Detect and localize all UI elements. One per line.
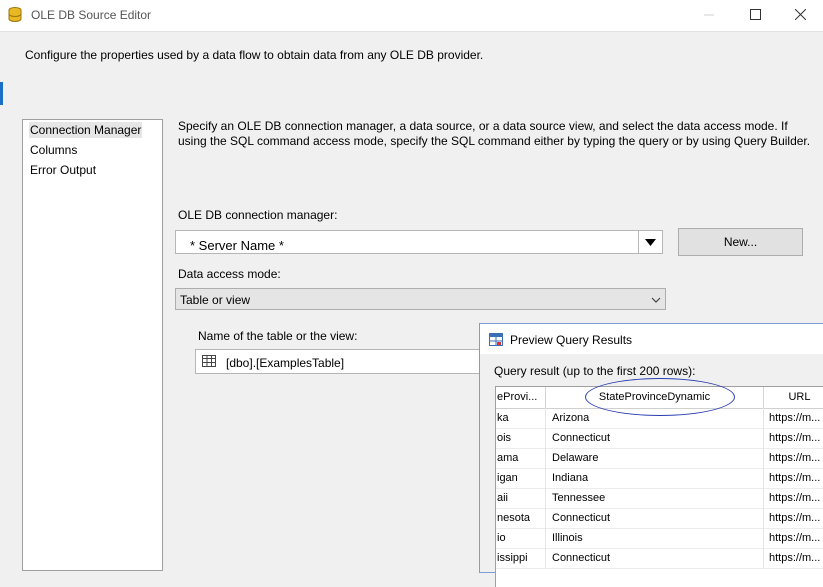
nav-item-error-output[interactable]: Error Output — [29, 162, 97, 178]
cell-state-province: aii — [496, 488, 546, 508]
connection-manager-label: OLE DB connection manager: — [178, 208, 338, 222]
instructions-text: Specify an OLE DB connection manager, a … — [178, 119, 811, 148]
cell-url: https://m... — [764, 408, 823, 428]
cell-state-province-dynamic: Delaware — [546, 448, 764, 468]
cell-url: https://m... — [764, 428, 823, 448]
nav-item-columns[interactable]: Columns — [29, 142, 78, 158]
table-row[interactable]: nesota Connecticut https://m... — [496, 508, 823, 529]
table-icon — [202, 355, 216, 370]
navigation-panel: Connection Manager Columns Error Output — [22, 119, 163, 571]
chevron-down-icon — [651, 293, 661, 307]
minimize-button[interactable] — [686, 0, 732, 31]
cell-state-province: ama — [496, 448, 546, 468]
table-row[interactable]: ois Connecticut https://m... — [496, 428, 823, 449]
preview-query-results-window: Preview Query Results Query result (up t… — [479, 323, 823, 587]
table-row[interactable]: ama Delaware https://m... — [496, 448, 823, 469]
column-header-state-province[interactable]: eProvi... — [496, 387, 546, 408]
nav-item-connection-manager[interactable]: Connection Manager — [29, 122, 143, 138]
cell-state-province: nesota — [496, 508, 546, 528]
close-button[interactable] — [777, 0, 823, 31]
minimize-icon — [704, 9, 714, 23]
cell-state-province-dynamic: Indiana — [546, 468, 764, 488]
cell-state-province: issippi — [496, 548, 546, 568]
editor-description: Configure the properties used by a data … — [25, 48, 484, 62]
connection-manager-dropdown[interactable]: * Server Name * — [175, 230, 663, 254]
cell-state-province: igan — [496, 468, 546, 488]
table-row[interactable]: igan Indiana https://m... — [496, 468, 823, 489]
new-connection-button[interactable]: New... — [678, 228, 803, 256]
access-mode-label: Data access mode: — [178, 267, 281, 281]
preview-title: Preview Query Results — [510, 333, 633, 347]
maximize-icon — [749, 8, 761, 23]
highlight-annotation — [585, 378, 735, 416]
window-edge-accent — [0, 82, 3, 105]
cell-state-province-dynamic: Connecticut — [546, 428, 764, 448]
close-icon — [794, 8, 806, 23]
table-name-label: Name of the table or the view: — [198, 329, 358, 343]
cell-state-province-dynamic: Connecticut — [546, 508, 764, 528]
column-header-url[interactable]: URL — [764, 387, 823, 408]
access-mode-value: Table or view — [180, 293, 251, 307]
table-row[interactable]: issippi Connecticut https://m... — [496, 548, 823, 569]
connection-manager-value: * Server Name * — [190, 238, 284, 253]
table-row[interactable]: aii Tennessee https://m... — [496, 488, 823, 509]
maximize-button[interactable] — [732, 0, 778, 31]
cell-url: https://m... — [764, 448, 823, 468]
grid-preview-icon — [489, 333, 503, 349]
cell-state-province-dynamic: Tennessee — [546, 488, 764, 508]
query-result-label: Query result (up to the first 200 rows): — [494, 364, 696, 378]
dropdown-arrow-icon[interactable] — [638, 231, 662, 253]
cell-url: https://m... — [764, 468, 823, 488]
cell-url: https://m... — [764, 488, 823, 508]
table-name-value: [dbo].[ExamplesTable] — [226, 356, 345, 370]
window-title: OLE DB Source Editor — [31, 8, 152, 22]
cell-url: https://m... — [764, 548, 823, 568]
table-name-dropdown[interactable]: [dbo].[ExamplesTable] — [195, 349, 495, 374]
cell-state-province: io — [496, 528, 546, 548]
title-bar: OLE DB Source Editor — [0, 0, 823, 32]
cell-url: https://m... — [764, 508, 823, 528]
database-icon — [8, 7, 22, 23]
results-grid[interactable]: eProvi... StateProvinceDynamic URL ka Ari… — [495, 386, 823, 587]
table-row[interactable]: io Illinois https://m... — [496, 528, 823, 549]
cell-state-province: ka — [496, 408, 546, 428]
cell-state-province: ois — [496, 428, 546, 448]
cell-state-province-dynamic: Illinois — [546, 528, 764, 548]
access-mode-dropdown[interactable]: Table or view — [175, 288, 666, 310]
cell-state-province-dynamic: Connecticut — [546, 548, 764, 568]
preview-title-bar: Preview Query Results — [480, 324, 823, 354]
cell-url: https://m... — [764, 528, 823, 548]
